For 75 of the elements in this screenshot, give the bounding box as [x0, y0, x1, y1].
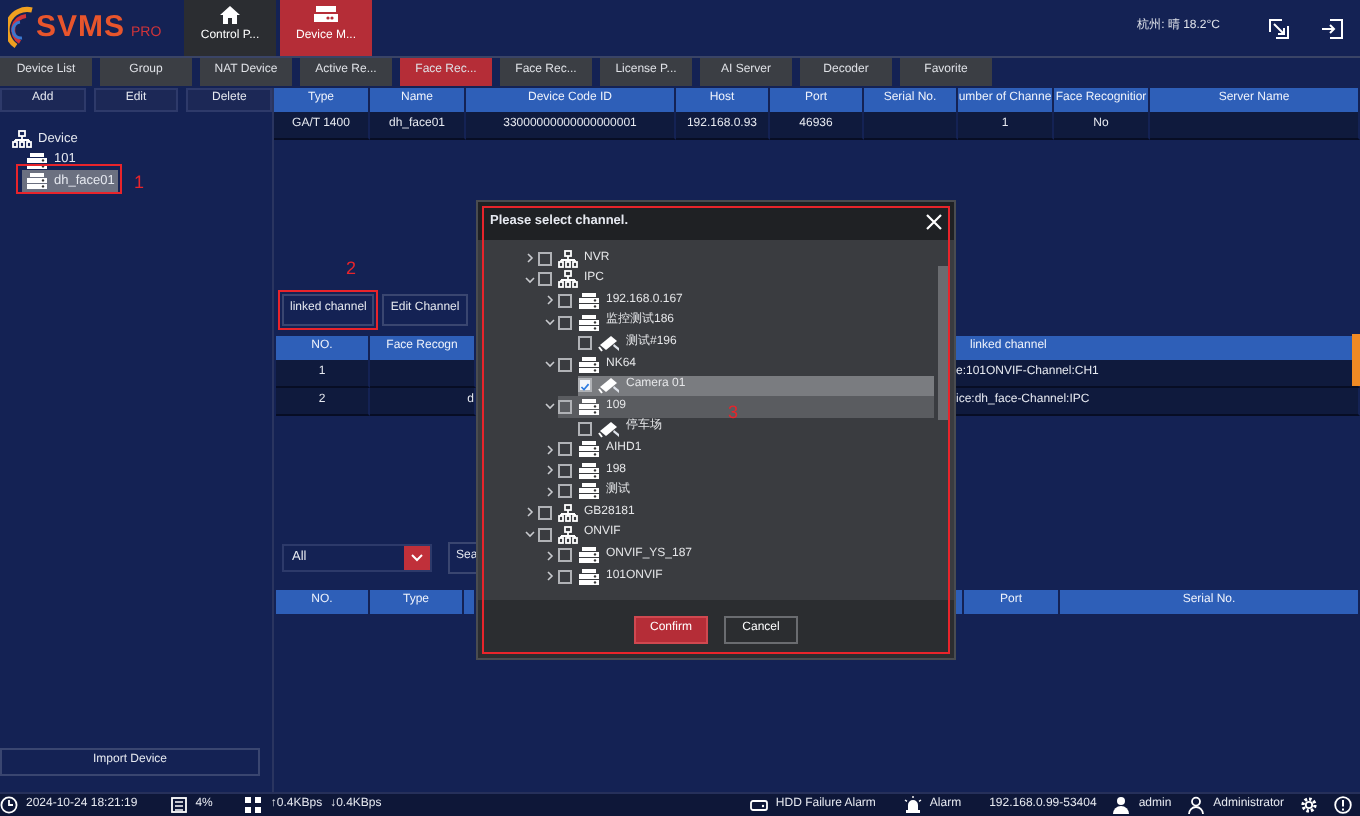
annotation-number: 1	[134, 172, 145, 194]
exit-fullscreen-icon[interactable]	[1268, 17, 1290, 39]
recorder-icon	[578, 567, 600, 586]
checkbox[interactable]	[538, 527, 552, 542]
checkbox[interactable]	[538, 251, 552, 266]
network-icon	[558, 270, 578, 289]
recorder-icon	[578, 355, 600, 374]
checkbox[interactable]	[558, 442, 572, 457]
recorder-icon	[578, 482, 600, 501]
alarm-light-icon	[903, 796, 922, 814]
recorder-icon	[26, 151, 48, 169]
chevron-icon[interactable]	[542, 462, 558, 479]
close-icon[interactable]	[926, 213, 942, 229]
chevron-icon[interactable]	[522, 250, 538, 267]
dropdown-caret-icon[interactable]	[404, 546, 430, 570]
logo-swirl-icon	[8, 6, 36, 50]
checkbox[interactable]	[558, 399, 572, 414]
table-cell	[370, 360, 476, 388]
settings-icon[interactable]	[1300, 796, 1318, 814]
network-icon	[12, 130, 32, 148]
network-icon	[244, 796, 263, 814]
logo-text: SVMS	[36, 10, 126, 46]
checkbox[interactable]	[578, 421, 592, 436]
column-header	[956, 590, 964, 614]
user-icon	[1112, 796, 1131, 814]
table-cell	[864, 112, 958, 140]
scrollbar[interactable]	[1352, 334, 1360, 386]
chevron-icon[interactable]	[522, 271, 538, 288]
hdd-icon	[749, 796, 768, 814]
annotation-number: 3	[728, 402, 739, 424]
memory-icon	[169, 796, 188, 814]
checkbox[interactable]	[558, 569, 572, 584]
recorder-icon	[578, 313, 600, 332]
network-icon	[558, 503, 578, 522]
recorder-icon	[578, 546, 600, 565]
info-icon[interactable]	[1334, 796, 1352, 814]
logout-icon[interactable]	[1322, 17, 1344, 39]
checkbox[interactable]	[578, 336, 592, 351]
chevron-icon[interactable]	[542, 292, 558, 309]
network-icon	[558, 525, 578, 544]
checkbox[interactable]	[578, 378, 592, 393]
camera-icon	[598, 376, 620, 395]
chevron-icon[interactable]	[522, 504, 538, 521]
network-icon	[558, 249, 578, 268]
recorder-icon	[578, 397, 600, 416]
checkbox[interactable]	[558, 315, 572, 330]
camera-icon	[598, 334, 620, 353]
recorder-icon	[578, 461, 600, 480]
checkbox[interactable]	[558, 484, 572, 499]
home-icon	[220, 6, 240, 24]
server-icon	[314, 6, 338, 24]
chevron-icon[interactable]	[542, 483, 558, 500]
camera-icon	[598, 419, 620, 438]
chevron-icon[interactable]	[542, 356, 558, 373]
annotation-number: 2	[346, 258, 357, 280]
checkbox[interactable]	[558, 357, 572, 372]
annotation-frame	[278, 290, 379, 330]
checkbox[interactable]	[558, 293, 572, 308]
chevron-icon[interactable]	[542, 398, 558, 415]
recorder-icon	[26, 172, 48, 190]
chevron-icon[interactable]	[542, 568, 558, 585]
chevron-icon[interactable]	[542, 441, 558, 458]
recorder-icon	[578, 291, 600, 310]
checkbox[interactable]	[558, 463, 572, 478]
user-badge-icon	[1187, 796, 1206, 814]
chevron-icon[interactable]	[542, 547, 558, 564]
recorder-icon	[578, 440, 600, 459]
checkbox[interactable]	[538, 505, 552, 520]
chevron-icon[interactable]	[542, 314, 558, 331]
clock-icon	[0, 796, 18, 814]
checkbox[interactable]	[558, 548, 572, 563]
column-header	[464, 590, 476, 614]
annotation-frame	[16, 164, 122, 194]
checkbox[interactable]	[538, 272, 552, 287]
chevron-icon[interactable]	[522, 526, 538, 543]
